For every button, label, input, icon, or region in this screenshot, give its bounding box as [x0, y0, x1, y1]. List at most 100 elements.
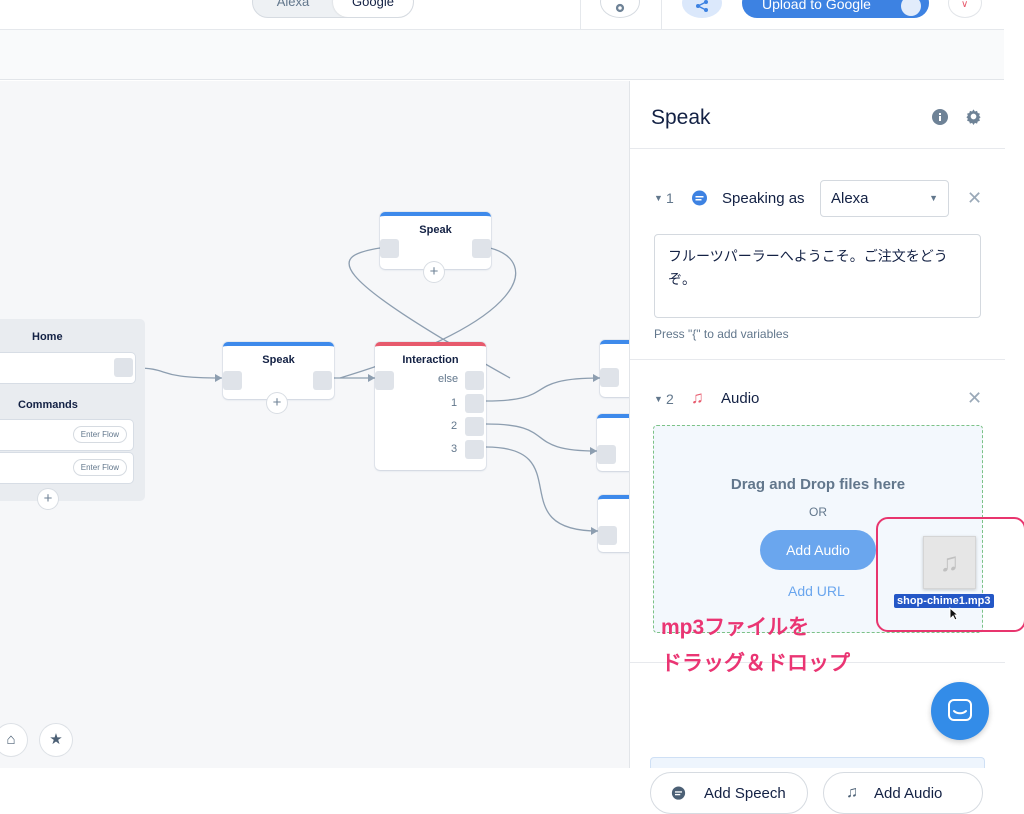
- speak-node-mid[interactable]: Speak +: [223, 342, 334, 413]
- chat-launcher-button[interactable]: [931, 682, 989, 740]
- add-speech-label: Add Speech: [704, 784, 786, 802]
- add-audio-button[interactable]: Add Audio: [760, 530, 876, 570]
- speaking-as-label: Speaking as: [722, 190, 805, 207]
- settings-button[interactable]: [600, 0, 640, 18]
- output-port[interactable]: [472, 239, 491, 258]
- gear-icon: [615, 3, 625, 13]
- speech-bubble-icon: [692, 190, 707, 206]
- upload-button[interactable]: Upload to Google: [742, 0, 929, 18]
- enter-flow-button[interactable]: Enter Flow: [72, 459, 127, 476]
- add-audio-bottom-label: Add Audio: [874, 784, 943, 802]
- input-port[interactable]: [600, 368, 619, 387]
- refresh-icon: [901, 0, 921, 16]
- arrow-head: [368, 374, 375, 382]
- speech-text-input[interactable]: フルーツパーラーへようこそ。ご注文をどうぞ。: [654, 234, 981, 318]
- flow-node[interactable]: [598, 495, 629, 552]
- audio-label: Audio: [721, 390, 760, 407]
- dragged-file-name: shop-chime1.mp3: [894, 594, 994, 608]
- user-avatar[interactable]: ∨: [948, 0, 982, 18]
- choice-port[interactable]: [465, 417, 484, 436]
- interaction-node[interactable]: Interaction else 1 2 3: [375, 342, 486, 470]
- panel-bottom-card: [650, 757, 985, 768]
- home-block[interactable]: Home Commands Enter Flow Enter Flow +: [0, 319, 145, 509]
- divider: [630, 148, 1005, 149]
- output-port[interactable]: [313, 371, 332, 390]
- node-title: Speak: [262, 354, 295, 366]
- collapse-icon[interactable]: ▼: [654, 193, 663, 203]
- choice-label: 1: [451, 397, 458, 409]
- home-step[interactable]: [0, 353, 135, 383]
- choice-label: 2: [451, 420, 458, 432]
- output-port[interactable]: [114, 358, 133, 377]
- step-number: 2: [666, 391, 674, 407]
- voice-value: Alexa: [831, 190, 869, 207]
- share-button[interactable]: [682, 0, 722, 18]
- top-bar: Alexa Google Upload to Google ∨: [0, 0, 1004, 30]
- enter-flow-button[interactable]: Enter Flow: [72, 426, 127, 443]
- arrow-head: [591, 527, 598, 535]
- flow-node[interactable]: [597, 414, 629, 471]
- chevron-down-icon: ∨: [961, 0, 969, 10]
- chat-icon: [948, 699, 972, 721]
- input-port[interactable]: [380, 239, 399, 258]
- input-port[interactable]: [597, 445, 616, 464]
- annotation-line-2: ドラッグ＆ドロップ: [661, 652, 850, 675]
- platform-toggle[interactable]: Alexa Google: [252, 0, 414, 18]
- flow-node[interactable]: [600, 340, 629, 397]
- connector-choice-2: [485, 423, 598, 452]
- connector-home-speak: [133, 367, 223, 379]
- arrow-head: [215, 374, 222, 382]
- share-icon: [696, 0, 708, 12]
- favorites-button[interactable]: ★: [40, 724, 72, 756]
- close-icon[interactable]: ✕: [967, 188, 982, 209]
- input-port[interactable]: [598, 526, 617, 545]
- speak-node-top[interactable]: Speak +: [380, 212, 491, 282]
- collapse-icon[interactable]: ▼: [654, 394, 663, 404]
- choice-port[interactable]: [465, 394, 484, 413]
- gear-icon[interactable]: [965, 108, 982, 125]
- variables-hint: Press "{" to add variables: [654, 327, 789, 341]
- info-icon[interactable]: [932, 109, 948, 125]
- input-port[interactable]: [223, 371, 242, 390]
- choice-label: 3: [451, 443, 458, 455]
- add-url-link[interactable]: Add URL: [788, 583, 845, 599]
- connector-choice-1: [485, 377, 601, 402]
- else-label: else: [438, 373, 459, 385]
- cursor-icon: [949, 607, 959, 621]
- dropzone-title: Drag and Drop files here: [730, 476, 906, 493]
- else-port[interactable]: [465, 371, 484, 390]
- add-audio-bottom-button[interactable]: ♫ Add Audio: [823, 772, 983, 814]
- audio-dropzone[interactable]: Drag and Drop files here OR Add Audio Ad…: [653, 425, 1024, 633]
- add-step-button[interactable]: +: [424, 262, 444, 282]
- home-title: Home: [32, 331, 63, 343]
- speech-bubble-icon: [671, 785, 686, 800]
- node-title: Speak: [419, 224, 452, 236]
- command-row[interactable]: Enter Flow: [0, 420, 133, 450]
- divider: [580, 0, 581, 30]
- arrow-head: [590, 447, 597, 455]
- divider: [630, 359, 1005, 360]
- command-row[interactable]: Enter Flow: [0, 453, 133, 483]
- commands-label: Commands: [18, 399, 78, 411]
- step-number: 1: [666, 190, 674, 206]
- platform-alexa[interactable]: Alexa: [253, 0, 333, 17]
- caret-down-icon: ▼: [929, 193, 938, 203]
- close-icon[interactable]: ✕: [967, 388, 982, 409]
- music-note-icon: ♫: [691, 388, 704, 407]
- choice-port[interactable]: [465, 440, 484, 459]
- home-icon: ⌂: [6, 731, 16, 748]
- music-note-icon: ♫: [846, 784, 858, 801]
- dragged-file-highlight: ♫ shop-chime1.mp3: [876, 517, 1024, 632]
- upload-label: Upload to Google: [762, 0, 871, 12]
- add-step-button[interactable]: +: [38, 489, 58, 509]
- platform-google[interactable]: Google: [333, 0, 413, 17]
- node-title: Interaction: [402, 354, 459, 366]
- annotation-line-1: mp3ファイルを: [661, 616, 810, 639]
- star-icon: ★: [49, 731, 63, 748]
- divider: [661, 0, 662, 30]
- flow-canvas[interactable]: Home Commands Enter Flow Enter Flow + Sp…: [0, 81, 629, 768]
- add-step-button[interactable]: +: [267, 393, 287, 413]
- input-port[interactable]: [375, 371, 394, 390]
- add-speech-button[interactable]: Add Speech: [650, 772, 808, 814]
- voice-select[interactable]: Alexa ▼: [820, 180, 949, 217]
